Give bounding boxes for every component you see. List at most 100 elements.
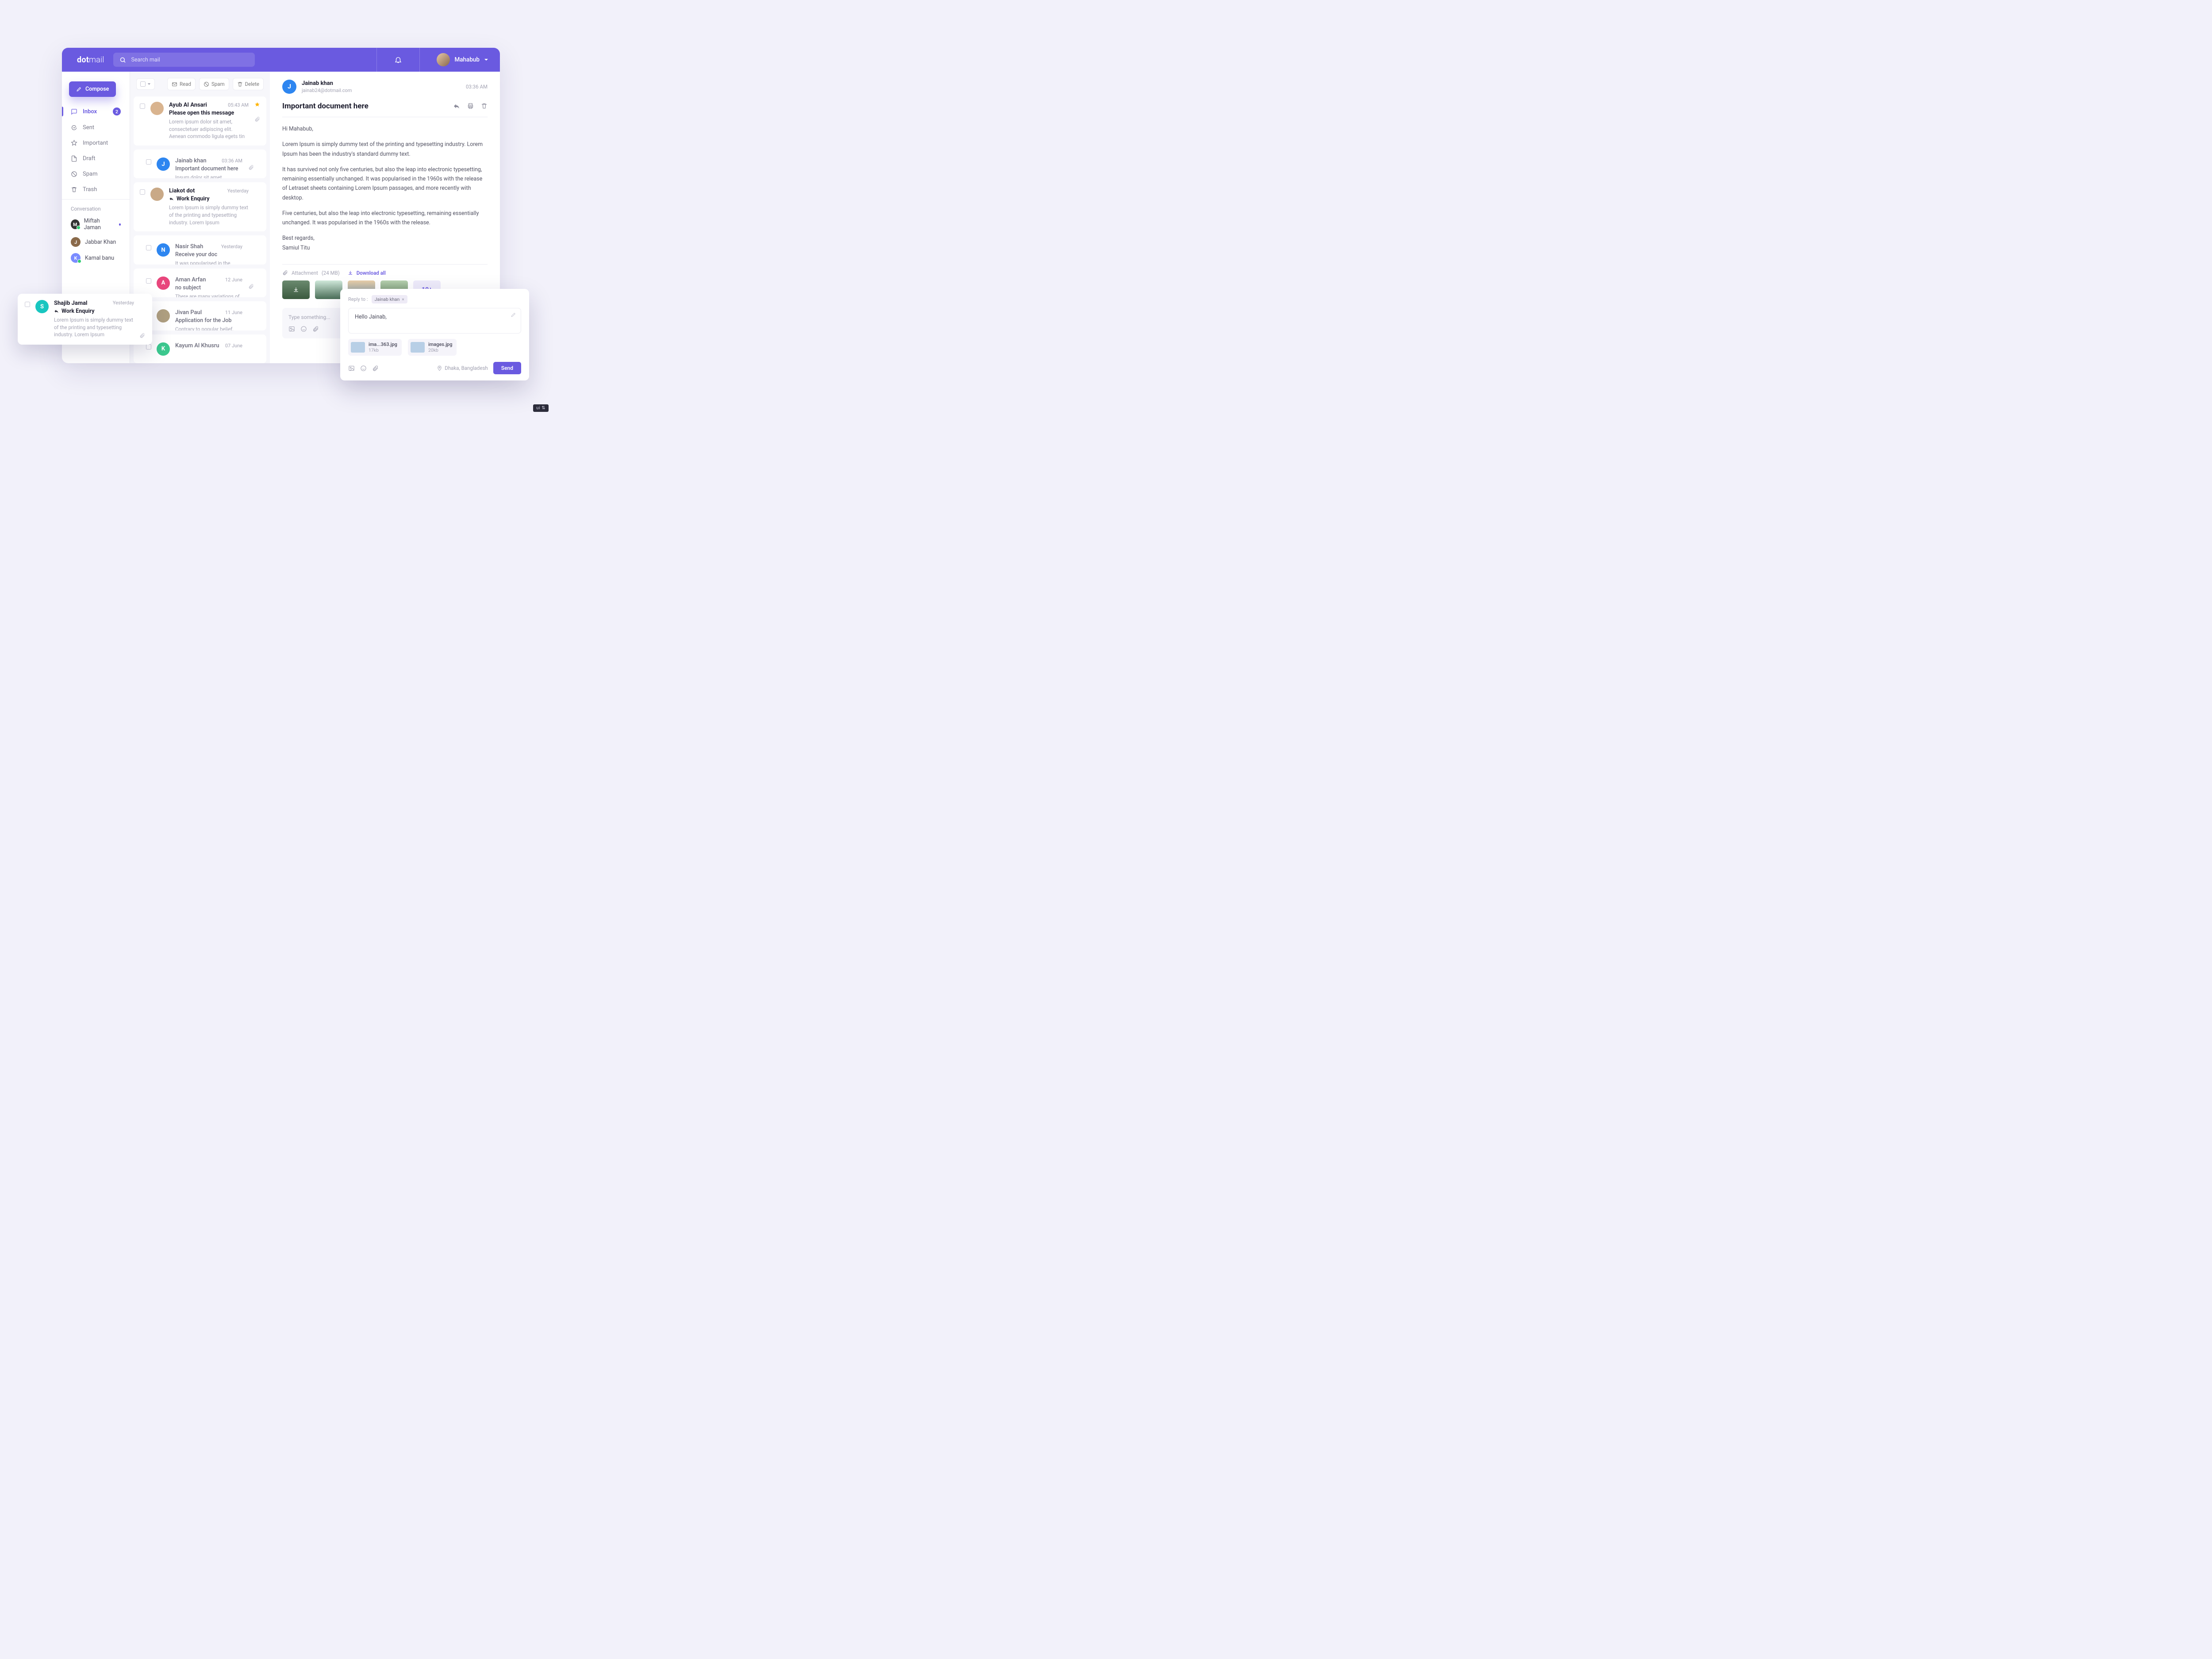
emoji-icon[interactable]	[300, 326, 307, 332]
mail-preview-popup[interactable]: S Shajib JamalYesterday Work Enquiry Lor…	[18, 294, 152, 345]
file-size: 17kb	[369, 347, 397, 353]
emoji-icon[interactable]	[360, 365, 367, 372]
image-icon[interactable]	[288, 326, 295, 332]
nav-inbox[interactable]: Inbox 2	[62, 103, 130, 120]
nav-spam[interactable]: Spam	[62, 166, 130, 182]
search-bar[interactable]	[113, 53, 255, 67]
paperclip-icon[interactable]	[372, 365, 379, 372]
pencil-icon[interactable]	[511, 312, 516, 318]
mail-checkbox[interactable]	[146, 245, 151, 250]
message-time: 03:36 AM	[466, 84, 488, 90]
pencil-icon	[76, 86, 82, 92]
app-header: dotmail Mahabub	[62, 48, 500, 72]
mail-preview: Ipsum dolor sit amet, consectetuer adipi…	[175, 174, 242, 178]
mail-checkbox[interactable]	[140, 104, 145, 109]
mark-read-button[interactable]: Read	[167, 78, 196, 90]
sender-avatar: K	[157, 342, 170, 356]
star-icon	[71, 140, 77, 146]
nav-draft[interactable]: Draft	[62, 151, 130, 166]
mail-checkbox[interactable]	[25, 302, 30, 307]
user-name: Mahabub	[454, 56, 480, 63]
image-icon[interactable]	[348, 365, 355, 372]
reply-icon[interactable]	[453, 103, 460, 110]
mail-item[interactable]: K Kayum Al Khusru 07 June	[134, 334, 266, 363]
mail-time: 03:36 AM	[222, 158, 242, 164]
chevron-down-icon	[484, 58, 488, 62]
print-icon[interactable]	[467, 103, 474, 110]
download-all-link[interactable]: Download all	[357, 270, 386, 276]
mail-item[interactable]: A Aman Arfan12 June no subject There are…	[134, 269, 266, 297]
star-icon[interactable]	[254, 102, 260, 109]
reply-icon	[169, 196, 174, 201]
conversation-item[interactable]: M Miftah Jaman	[62, 215, 130, 234]
mail-subject: Work Enquiry	[54, 308, 134, 315]
compose-button[interactable]: Compose	[69, 81, 116, 97]
mail-time: 05:43 AM	[228, 102, 249, 108]
mail-item[interactable]: Liakot dotYesterday Work Enquiry Lorem I…	[134, 182, 266, 231]
nav-important[interactable]: Important	[62, 135, 130, 151]
file-name: images.jpg	[428, 342, 453, 347]
delete-button[interactable]: Delete	[233, 78, 264, 90]
trash-icon	[71, 186, 77, 193]
reply-attachment[interactable]: ima...363.jpg17kb	[348, 339, 402, 356]
mail-time: 07 June	[225, 343, 242, 349]
envelope-icon	[172, 81, 177, 87]
select-all-dropdown[interactable]	[136, 78, 155, 90]
mail-item[interactable]: Jivan Paul11 June Application for the Jo…	[134, 301, 266, 330]
recipient-chip[interactable]: Jainab khan×	[372, 295, 407, 303]
paperclip-icon	[248, 165, 254, 172]
mail-preview: It was popularised in the 1960s with the…	[175, 260, 242, 264]
mail-preview: Lorem Ipsum is simply dummy text of the …	[54, 316, 134, 338]
send-button[interactable]: Send	[493, 362, 521, 374]
user-avatar	[437, 53, 450, 66]
mail-from: Jivan Paul	[175, 309, 202, 316]
mail-time: Yesterday	[227, 188, 249, 194]
search-input[interactable]	[131, 56, 249, 64]
mail-time: Yesterday	[221, 244, 242, 250]
reply-attachment[interactable]: images.jpg20kb	[408, 339, 457, 356]
sender-avatar: J	[282, 80, 296, 94]
location-icon	[437, 365, 442, 371]
mail-item[interactable]: Ayub Al Ansari 05:43 AM Please open this …	[134, 96, 266, 146]
trash-icon	[237, 81, 243, 87]
remove-chip-icon[interactable]: ×	[402, 296, 404, 302]
nav-sent[interactable]: Sent	[62, 120, 130, 135]
mail-checkbox[interactable]	[140, 189, 145, 195]
search-icon	[119, 57, 126, 63]
reply-composer: Reply to : Jainab khan× Hello Jainab, im…	[340, 289, 529, 380]
mail-subject: Please open this message	[169, 110, 249, 116]
conversation-item[interactable]: K Kamal banu	[62, 250, 130, 266]
sent-icon	[71, 124, 77, 131]
attachment-thumb[interactable]	[315, 280, 342, 299]
mail-from: Aman Arfan	[175, 276, 206, 283]
paperclip-icon	[282, 270, 288, 276]
attachment-thumb[interactable]	[282, 280, 310, 299]
reply-editor[interactable]: Hello Jainab,	[348, 308, 521, 334]
user-menu[interactable]: Mahabub	[429, 53, 488, 66]
watermark: ui ⇅	[533, 404, 549, 412]
mail-from: Ayub Al Ansari	[169, 102, 207, 108]
mark-spam-button[interactable]: Spam	[199, 78, 229, 90]
mail-from: Kayum Al Khusru	[175, 342, 219, 349]
mail-item[interactable]: N Nasir ShahYesterday Receive your doc I…	[134, 235, 266, 264]
sender-avatar: J	[157, 157, 170, 171]
attachment-label: Attachment	[292, 270, 318, 276]
message-body: Hi Mahabub, Lorem Ipsum is simply dummy …	[282, 117, 488, 265]
mail-checkbox[interactable]	[146, 159, 151, 165]
paperclip-icon[interactable]	[312, 326, 319, 332]
mail-checkbox[interactable]	[146, 344, 151, 349]
delete-icon[interactable]	[481, 103, 488, 110]
paperclip-icon	[248, 284, 254, 291]
attachment-size: (24 MB)	[322, 270, 340, 276]
sender-email: jainab24@dotmail.com	[302, 88, 461, 93]
contact-avatar: K	[71, 253, 81, 263]
mail-time: Yesterday	[113, 300, 134, 307]
nav-trash[interactable]: Trash	[62, 182, 130, 197]
conversation-item[interactable]: J Jabbar Khan	[62, 234, 130, 250]
mail-preview: Lorem Ipsum is simply dummy text of the …	[169, 204, 249, 226]
reply-to-row: Reply to : Jainab khan×	[348, 295, 521, 303]
mail-item[interactable]: J Jainab khan03:36 AM Important document…	[134, 150, 266, 178]
notifications-button[interactable]	[386, 48, 411, 72]
checkbox-icon	[140, 81, 146, 87]
mail-checkbox[interactable]	[146, 278, 151, 284]
